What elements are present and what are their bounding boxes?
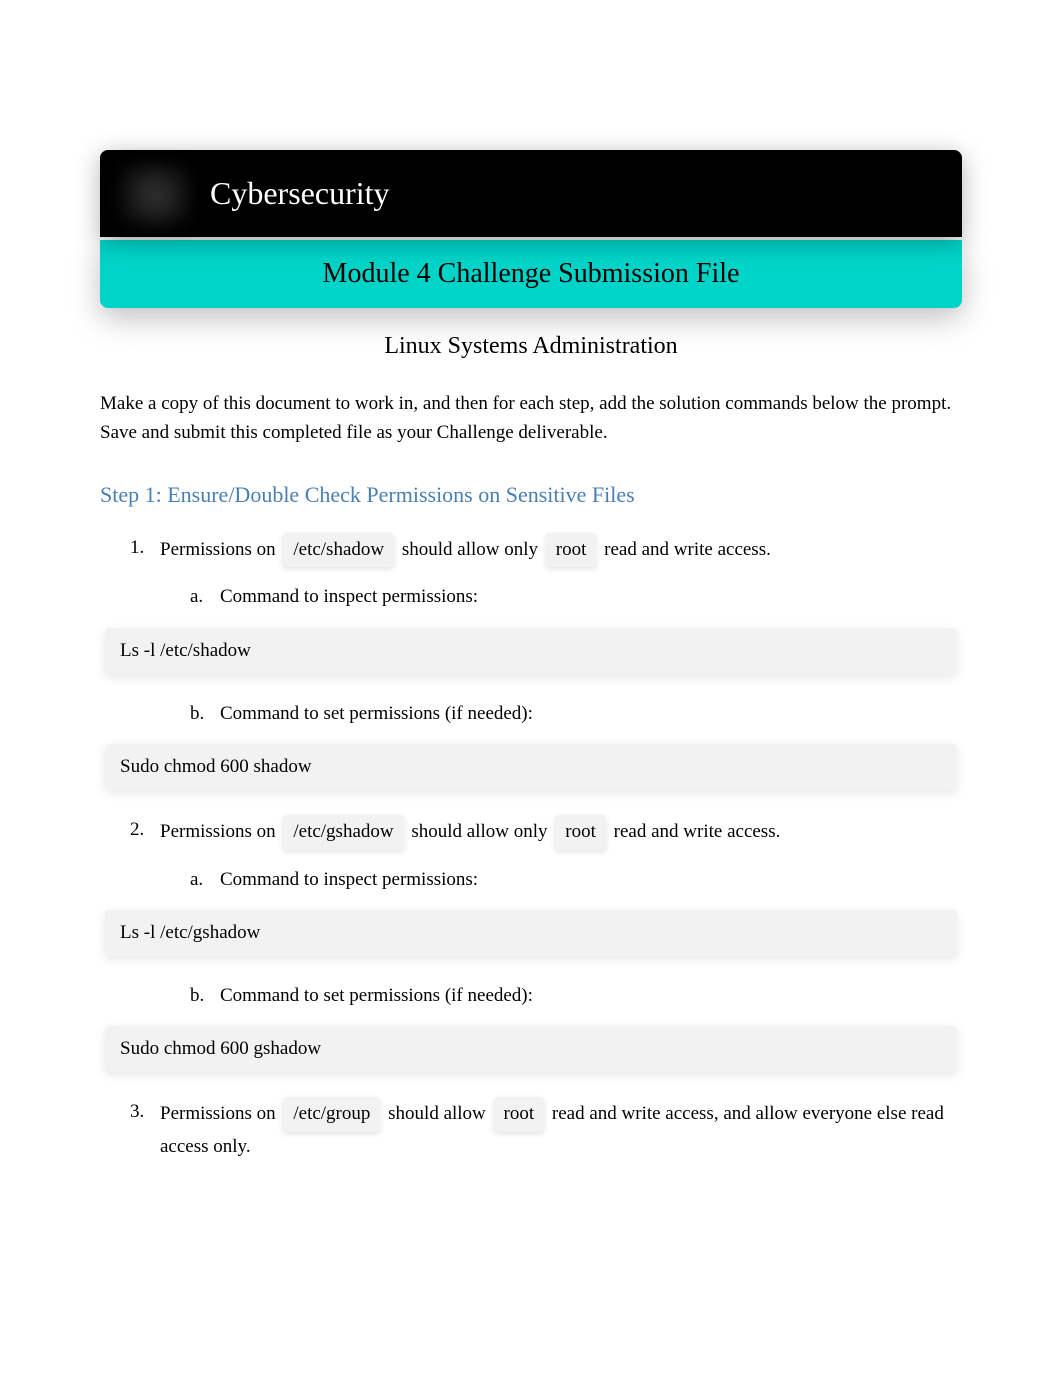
logo-icon (120, 165, 190, 225)
sub-item-1b: b. Command to set permissions (if needed… (190, 699, 962, 729)
answer-block-1a: Ls -l /etc/shadow (105, 628, 957, 674)
header-black-bar: Cybersecurity (100, 150, 962, 237)
header-green-bar: Module 4 Challenge Submission File (100, 240, 962, 308)
sub-item-text: Command to inspect permissions: (220, 582, 962, 612)
code-path: /etc/group (283, 1097, 380, 1131)
header-title: Cybersecurity (210, 175, 390, 211)
code-user: root (555, 815, 606, 849)
step1-heading: Step 1: Ensure/Double Check Permissions … (100, 482, 962, 508)
intro-paragraph: Make a copy of this document to work in,… (100, 390, 962, 447)
list-item-2: 2. Permissions on /etc/gshadow should al… (130, 815, 962, 849)
sub-item-2a: a. Command to inspect permissions: (190, 865, 962, 895)
item-letter: a. (190, 865, 220, 895)
item-content: Permissions on /etc/shadow should allow … (160, 533, 962, 567)
sub-item-text: Command to set permissions (if needed): (220, 981, 962, 1011)
document-subtitle: Linux Systems Administration (100, 333, 962, 360)
sub-item-1a: a. Command to inspect permissions: (190, 582, 962, 612)
item-number: 1. (130, 533, 160, 567)
code-path: /etc/shadow (283, 533, 394, 567)
item-number: 2. (130, 815, 160, 849)
item-letter: b. (190, 981, 220, 1011)
code-user: root (546, 533, 597, 567)
document-header: Cybersecurity Module 4 Challenge Submiss… (100, 150, 962, 308)
code-user: root (494, 1097, 545, 1131)
item-content: Permissions on /etc/gshadow should allow… (160, 815, 962, 849)
sub-item-2b: b. Command to set permissions (if needed… (190, 981, 962, 1011)
answer-block-2b: Sudo chmod 600 gshadow (105, 1026, 957, 1072)
item-number: 3. (130, 1097, 160, 1162)
item-letter: b. (190, 699, 220, 729)
answer-block-2a: Ls -l /etc/gshadow (105, 910, 957, 956)
sub-item-text: Command to set permissions (if needed): (220, 699, 962, 729)
sub-item-text: Command to inspect permissions: (220, 865, 962, 895)
answer-block-1b: Sudo chmod 600 shadow (105, 744, 957, 790)
list-item-1: 1. Permissions on /etc/shadow should all… (130, 533, 962, 567)
code-path: /etc/gshadow (283, 815, 403, 849)
item-content: Permissions on /etc/group should allow r… (160, 1097, 962, 1162)
header-subtitle-bar: Module 4 Challenge Submission File (323, 258, 740, 289)
item-letter: a. (190, 582, 220, 612)
list-item-3: 3. Permissions on /etc/group should allo… (130, 1097, 962, 1162)
